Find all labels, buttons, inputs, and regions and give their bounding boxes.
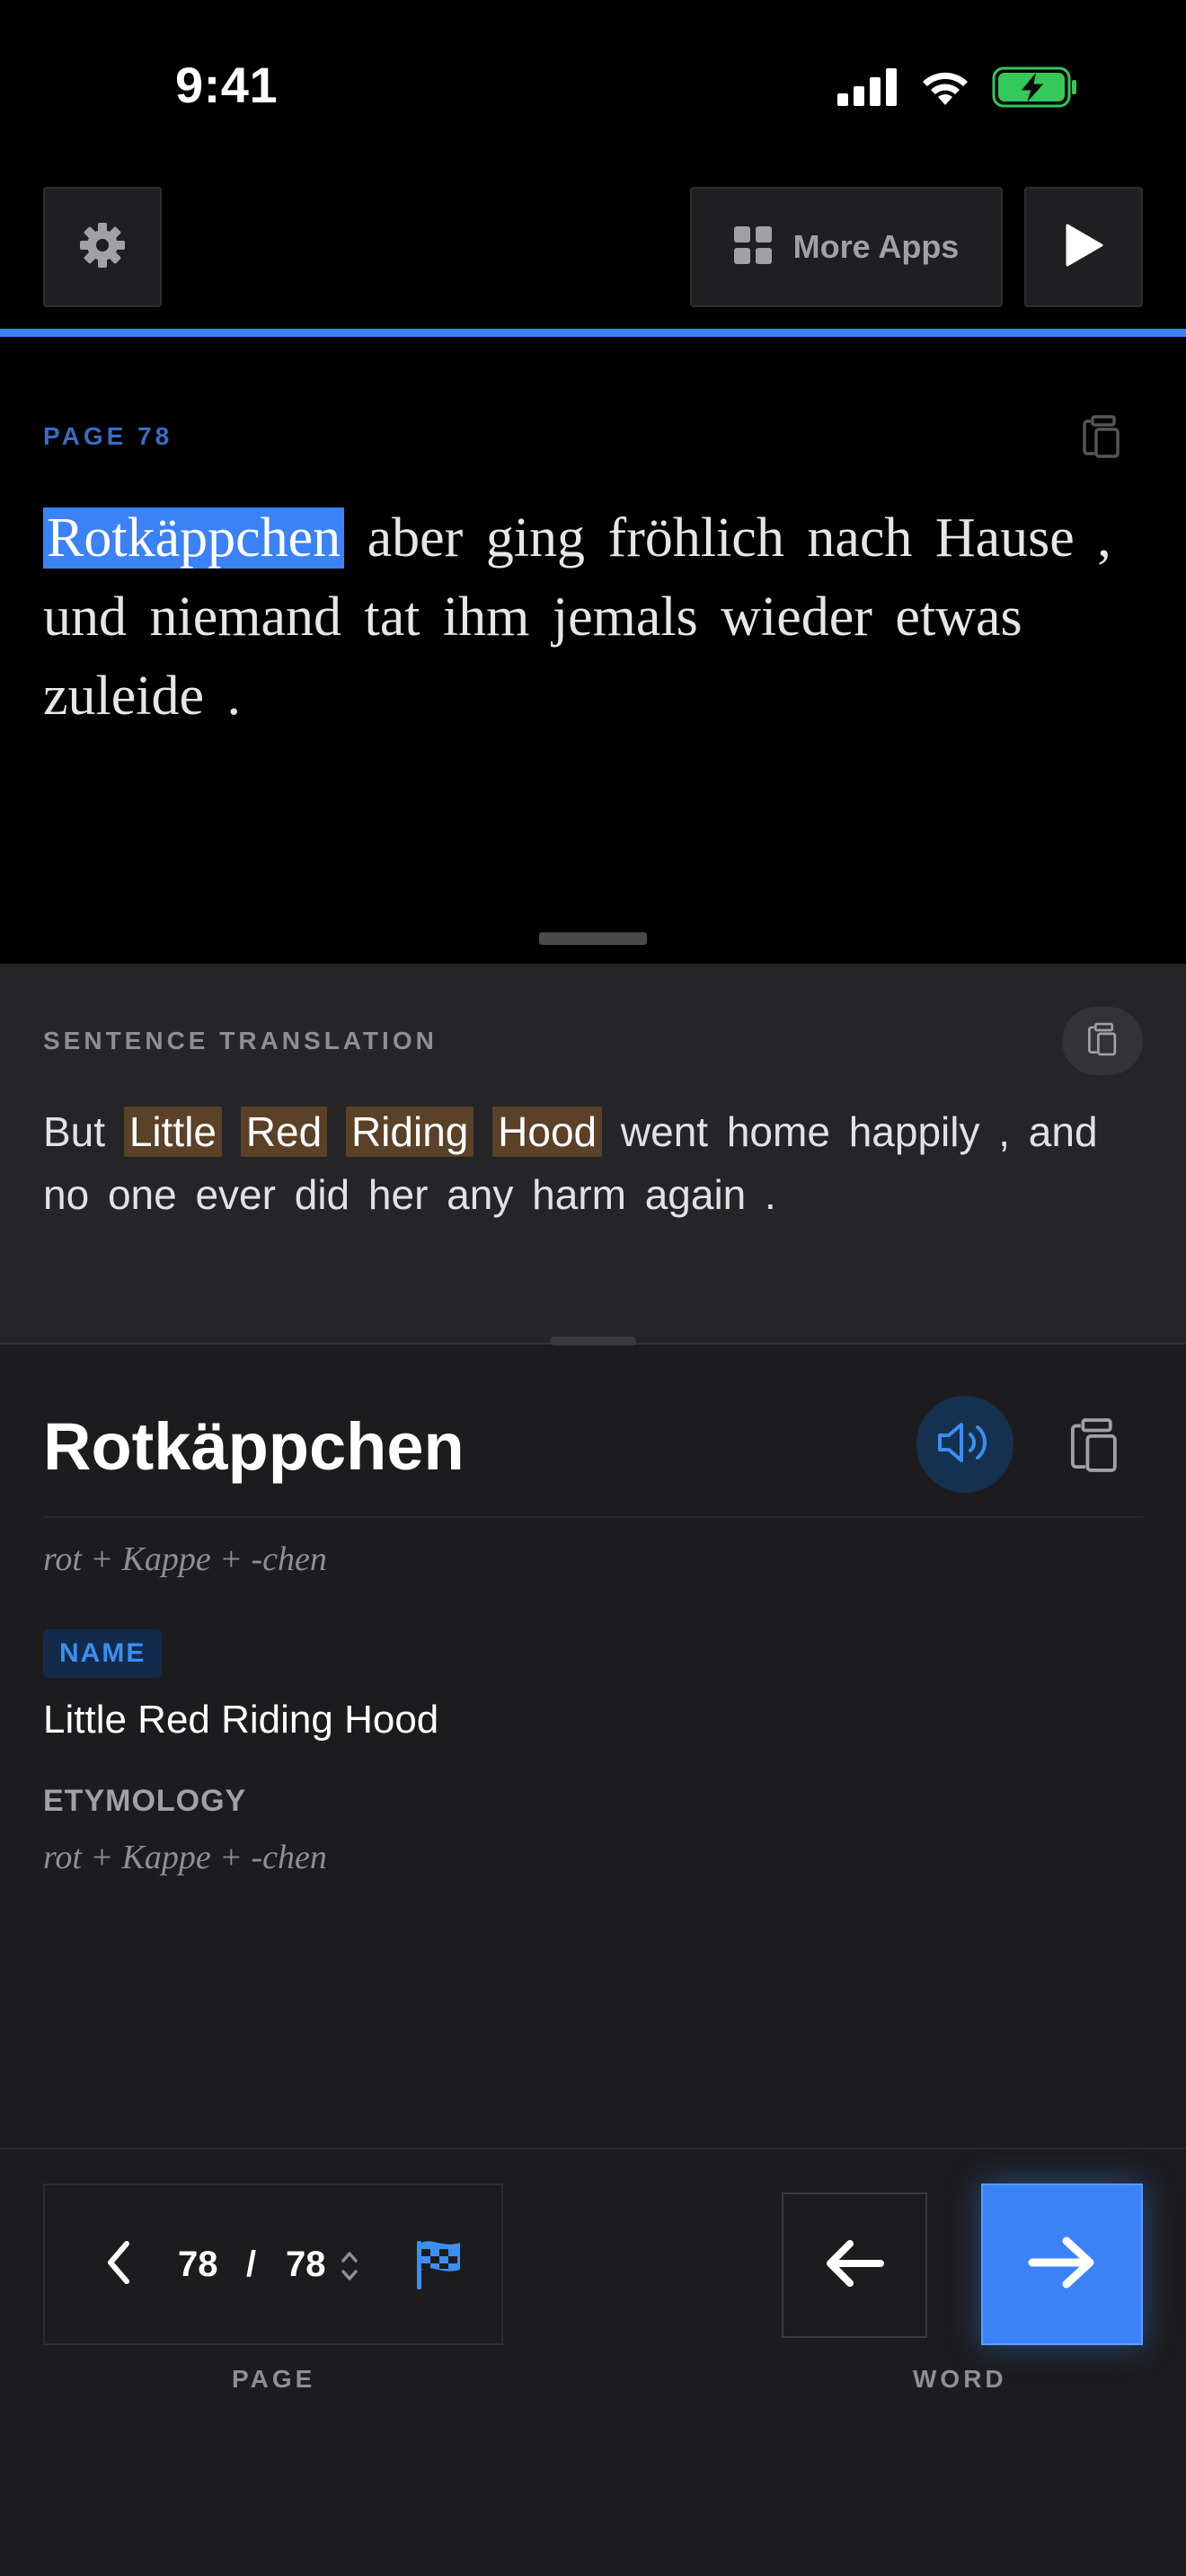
source-sentence: Rotkäppchen aber ging fröhlich nach Haus… [43,498,1148,736]
toolbar: More Apps [0,187,1186,309]
copy-translation-button[interactable] [1062,1007,1143,1075]
more-apps-button[interactable]: More Apps [690,187,1003,307]
translation-word: Red [240,1107,328,1157]
cellular-signal-icon [837,68,898,110]
bottom-navigation: 78 / 78 PAGE WORD [0,2148,1186,2576]
play-button[interactable] [1024,187,1143,307]
previous-page-button[interactable] [86,2232,151,2297]
play-icon [1064,224,1103,271]
arrow-right-icon [1027,2235,1097,2295]
etymology-label: ETYMOLOGY [43,1784,247,1818]
page-separator: / [246,2245,257,2284]
page-caption: PAGE [232,2365,316,2393]
gear-icon [78,221,127,274]
finish-flag-button[interactable] [412,2237,465,2291]
page-navigator: 78 / 78 [43,2183,503,2345]
chevron-up-down-icon [336,2252,363,2291]
pronounce-button[interactable] [916,1396,1013,1493]
speaker-icon [936,1417,994,1472]
translation-panel: SENTENCE TRANSLATION But Little Red Ridi… [0,964,1186,1345]
page-stepper[interactable] [336,2245,363,2288]
battery-charging-icon [992,66,1078,112]
more-apps-label: More Apps [792,228,960,265]
reading-progress-line [0,329,1186,337]
checkered-flag-icon [412,2241,465,2295]
translation-label: SENTENCE TRANSLATION [43,1027,438,1054]
morphology: rot + Kappe + -chen [43,1540,327,1578]
panel-drag-handle[interactable] [539,932,647,945]
grid-icon [733,225,772,269]
copy-icon [1084,1019,1120,1063]
translation-word: Little [123,1107,222,1157]
next-word-button[interactable] [981,2183,1143,2345]
total-pages: 78 [286,2245,326,2284]
status-icons [837,66,1078,112]
chevron-left-icon [105,2240,132,2289]
reader-area: 9:41 More Apps PAGE 78 Rotkäppchen aber … [0,0,1186,964]
word-caption: WORD [913,2365,1007,2393]
wifi-icon [918,67,972,111]
previous-word-button[interactable] [782,2192,927,2338]
copy-icon [1078,415,1125,463]
copy-word-button[interactable] [1065,1416,1124,1475]
word-meaning: Little Red Riding Hood [43,1698,439,1742]
status-bar: 9:41 [0,0,1186,171]
current-page[interactable]: 78 [178,2245,218,2285]
settings-button[interactable] [43,187,162,307]
arrow-left-icon [823,2238,886,2293]
translation-text: But Little Red Riding Hood went home hap… [43,1100,1148,1226]
status-time: 9:41 [175,57,279,113]
translation-word: Hood [492,1107,603,1157]
divider [43,1516,1143,1518]
word-detail-panel: Rotkäppchen rot + Kappe + -chen NAME Lit… [0,1345,1186,2149]
word-panel-drag-handle[interactable] [550,1337,636,1345]
page-label: PAGE 78 [43,422,173,450]
selected-word[interactable]: Rotkäppchen [43,507,345,569]
translation-word: Riding [345,1107,474,1157]
translation-before: But [43,1108,124,1155]
etymology-text: rot + Kappe + -chen [43,1839,327,1876]
copy-icon [1065,1418,1124,1478]
part-of-speech-badge: NAME [43,1629,163,1678]
headword: Rotkäppchen [43,1409,465,1484]
copy-sentence-button[interactable] [1078,413,1125,460]
